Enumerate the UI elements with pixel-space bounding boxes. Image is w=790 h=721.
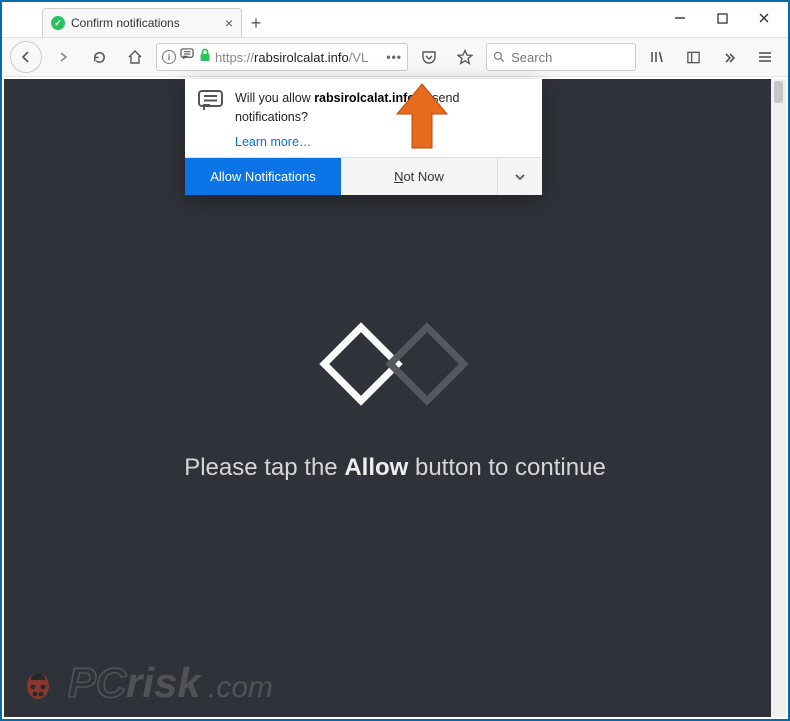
titlebar: ✓ Confirm notifications × + — [2, 2, 788, 37]
watermark-bug-icon — [16, 662, 60, 706]
favicon-check-icon: ✓ — [51, 16, 65, 30]
pocket-button[interactable] — [414, 42, 444, 72]
lock-icon — [199, 48, 211, 67]
page-actions-button[interactable]: ••• — [386, 50, 402, 64]
close-window-button[interactable] — [743, 5, 785, 31]
maximize-button[interactable] — [701, 5, 743, 31]
site-info-icon[interactable]: i — [162, 50, 176, 64]
tab-close-button[interactable]: × — [225, 15, 233, 31]
learn-more-link[interactable]: Learn more… — [235, 133, 311, 152]
permission-text: Will you allow rabsirolcalat.info to sen… — [235, 89, 530, 151]
svg-text:.com: .com — [208, 671, 273, 704]
page-message: Please tap the Allow button to continue — [184, 454, 606, 482]
library-button[interactable] — [642, 42, 672, 72]
reload-button[interactable] — [84, 42, 114, 72]
notnow-rest: ot Now — [403, 169, 443, 184]
chat-bubble-icon — [197, 89, 225, 117]
overflow-button[interactable] — [714, 42, 744, 72]
annotation-arrow-icon — [392, 82, 452, 157]
search-icon — [493, 50, 505, 64]
sidebar-button[interactable] — [678, 42, 708, 72]
perm-prefix: Will you allow — [235, 91, 314, 105]
forward-button[interactable] — [48, 42, 78, 72]
toolbar: i https://rabsirolcalat.info/VL ••• — [2, 37, 788, 77]
msg-bold: Allow — [344, 454, 408, 481]
url-path: /VL — [349, 50, 369, 65]
window-controls — [659, 5, 785, 31]
bookmark-star-button[interactable] — [450, 42, 480, 72]
url-scheme: https:// — [215, 50, 254, 65]
browser-window: ✓ Confirm notifications × + — [0, 0, 790, 721]
address-bar[interactable]: i https://rabsirolcalat.info/VL ••• — [156, 43, 408, 71]
tab-title: Confirm notifications — [71, 16, 219, 30]
search-input[interactable] — [511, 50, 629, 65]
loader-icon — [305, 314, 485, 414]
msg-pre: Please tap the — [184, 454, 344, 481]
home-button[interactable] — [120, 42, 150, 72]
scrollbar[interactable] — [771, 79, 786, 717]
url-host: rabsirolcalat.info — [254, 50, 349, 65]
url-text: https://rabsirolcalat.info/VL — [215, 50, 368, 65]
allow-notifications-button[interactable]: Allow Notifications — [185, 158, 341, 195]
svg-text:risk: risk — [126, 659, 203, 706]
minimize-button[interactable] — [659, 5, 701, 31]
notnow-accesskey: N — [394, 169, 403, 184]
permission-icon[interactable] — [180, 48, 195, 66]
watermark-text: PC risk .com — [68, 657, 328, 711]
back-button[interactable] — [10, 41, 42, 73]
browser-tab[interactable]: ✓ Confirm notifications × — [42, 8, 242, 37]
not-now-dropdown[interactable] — [498, 158, 542, 195]
msg-post: button to continue — [408, 454, 605, 481]
watermark: PC risk .com — [16, 657, 328, 711]
not-now-button[interactable]: Not Now — [341, 158, 498, 195]
hamburger-menu-button[interactable] — [750, 42, 780, 72]
notification-permission-popup: Will you allow rabsirolcalat.info to sen… — [185, 79, 542, 195]
new-tab-button[interactable]: + — [242, 9, 270, 37]
search-bar[interactable] — [486, 43, 636, 71]
svg-text:PC: PC — [68, 659, 127, 706]
